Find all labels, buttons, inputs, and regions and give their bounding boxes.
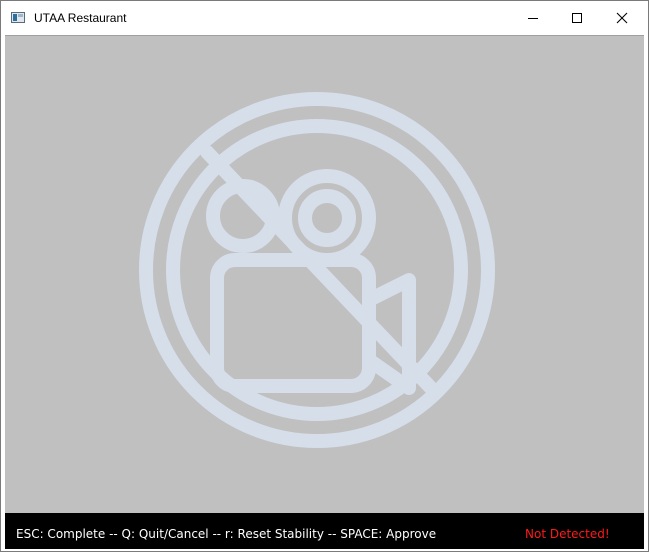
title-bar[interactable]: UTAA Restaurant (1, 1, 648, 35)
maximize-icon (572, 13, 582, 23)
minimize-button[interactable] (510, 1, 556, 35)
close-button[interactable] (599, 1, 645, 35)
status-bar: ESC: Complete -- Q: Quit/Cancel -- r: Re… (5, 513, 644, 549)
video-feed-area (5, 35, 644, 513)
no-video-camera-icon (139, 92, 495, 448)
window-title: UTAA Restaurant (34, 11, 127, 25)
minimize-icon (528, 18, 538, 19)
detection-status-text: Not Detected! (525, 527, 610, 541)
app-window-icon (11, 12, 25, 23)
close-icon (616, 12, 628, 24)
maximize-button[interactable] (554, 1, 600, 35)
keyboard-shortcuts-text: ESC: Complete -- Q: Quit/Cancel -- r: Re… (16, 527, 437, 541)
app-window: UTAA Restaurant ESC: Complete -- Q: Quit… (0, 0, 649, 552)
